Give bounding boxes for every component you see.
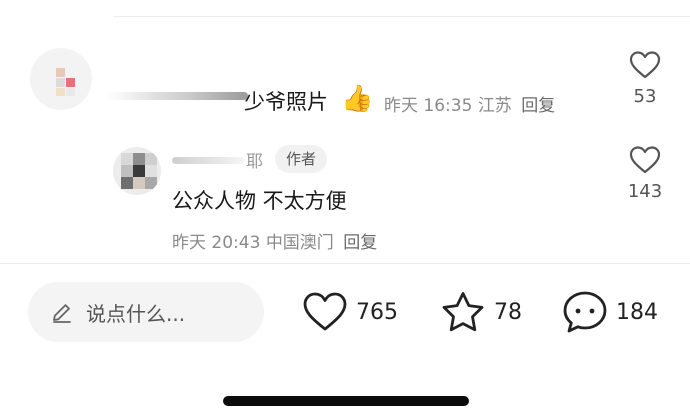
like-count: 765 [356,299,398,325]
author-username-blurred[interactable] [172,157,244,164]
favorite-count: 78 [494,299,522,325]
author-username[interactable]: 耶 [246,147,263,172]
comment-location: 江苏 [477,96,512,116]
reply-button[interactable]: 回复 [521,96,555,116]
avatar[interactable] [30,48,92,110]
heart-icon [303,292,347,331]
like-count: 53 [633,86,657,107]
reply-meta: 昨天 20:43 中国澳门 回复 [172,228,377,253]
comment-meta: 昨天 16:35 江苏 回复 [384,91,555,116]
bottom-divider [0,263,690,264]
reply-button[interactable]: 回复 [343,233,377,253]
pencil-icon [53,304,71,323]
heart-icon [629,146,661,174]
favorite-button[interactable]: 78 [440,292,522,332]
reply-like-button[interactable]: 143 [617,145,673,202]
author-badge: 作者 [275,145,328,173]
reply-location: 中国澳门 [265,233,334,253]
comment-text: 少爷照片 [244,90,328,114]
username-blurred[interactable] [108,92,248,100]
chat-bubble-icon [563,291,607,333]
comment-input-placeholder: 说点什么... [86,301,186,326]
like-button[interactable]: 765 [302,292,398,332]
star-icon [442,292,484,332]
comment-button[interactable]: 184 [562,291,658,333]
comment-time: 昨天 16:35 [384,96,473,116]
comment-like-button[interactable]: 53 [617,50,673,107]
home-indicator[interactable] [223,396,469,406]
comment-count: 184 [616,299,658,325]
reply-text: 公众人物 不太方便 [172,189,347,213]
like-count: 143 [627,181,663,202]
top-divider [113,16,690,17]
thumbs-up-emoji: 👍 [341,84,374,114]
comment-input[interactable]: 说点什么... [28,282,264,342]
heart-icon [629,51,661,79]
author-avatar[interactable] [113,147,161,195]
reply-time: 昨天 20:43 [172,233,261,253]
